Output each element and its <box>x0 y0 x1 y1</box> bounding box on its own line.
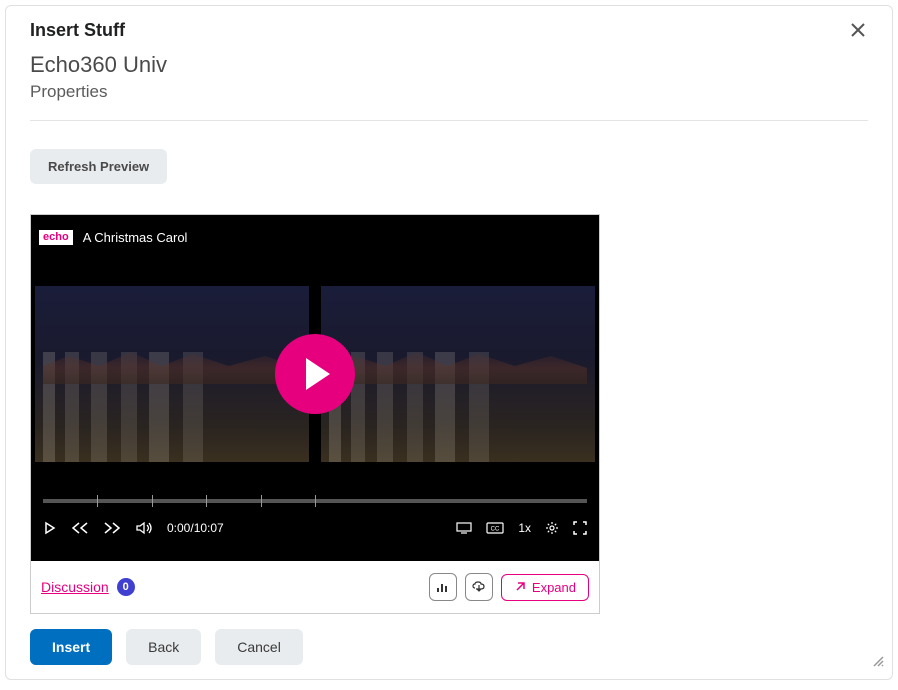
play-button[interactable] <box>275 334 355 414</box>
fullscreen-icon[interactable] <box>573 521 587 535</box>
video-title: A Christmas Carol <box>83 230 188 245</box>
insert-button[interactable]: Insert <box>30 629 112 665</box>
properties-label: Properties <box>30 82 868 102</box>
dialog-header: Insert Stuff <box>6 6 892 44</box>
rewind-icon[interactable] <box>71 521 89 535</box>
progress-bar[interactable] <box>43 499 587 503</box>
back-button[interactable]: Back <box>126 629 201 665</box>
speed-button[interactable]: 1x <box>518 521 531 535</box>
discussion-link[interactable]: Discussion <box>41 579 109 595</box>
layout-icon[interactable] <box>456 522 472 534</box>
cancel-button[interactable]: Cancel <box>215 629 303 665</box>
insert-stuff-dialog: Insert Stuff Echo360 Univ Properties Ref… <box>5 5 893 680</box>
play-small-icon[interactable] <box>43 521 57 535</box>
svg-text:CC: CC <box>491 527 500 533</box>
time-display: 0:00/10:07 <box>167 521 224 535</box>
echo-logo: echo <box>39 230 73 245</box>
settings-gear-icon[interactable] <box>545 521 559 535</box>
video-thumbnail-right <box>321 286 595 462</box>
refresh-preview-button[interactable]: Refresh Preview <box>30 149 167 184</box>
content-scroll[interactable]: Echo360 Univ Properties Refresh Preview … <box>6 44 892 615</box>
service-name: Echo360 Univ <box>30 52 868 78</box>
video-controls: 0:00/10:07 CC 1x <box>31 489 599 561</box>
video-header: echo A Christmas Carol <box>31 215 599 259</box>
video-player: echo A Christmas Carol <box>30 214 600 614</box>
dialog-footer: Insert Back Cancel <box>6 615 892 679</box>
expand-label: Expand <box>532 580 576 595</box>
dialog-title: Insert Stuff <box>30 20 125 41</box>
discussion-count-badge: 0 <box>117 578 135 596</box>
forward-icon[interactable] <box>103 521 121 535</box>
discussion-link-wrap: Discussion 0 <box>41 578 135 596</box>
volume-icon[interactable] <box>135 521 153 535</box>
video-footer: Discussion 0 Expand <box>31 561 599 613</box>
expand-button[interactable]: Expand <box>501 574 589 601</box>
video-thumbnail-left <box>35 286 309 462</box>
download-button[interactable] <box>465 573 493 601</box>
close-icon[interactable] <box>848 20 868 44</box>
video-stage <box>31 259 599 489</box>
analytics-button[interactable] <box>429 573 457 601</box>
resize-handle-icon[interactable] <box>870 653 884 671</box>
captions-icon[interactable]: CC <box>486 522 504 534</box>
divider <box>30 120 868 121</box>
